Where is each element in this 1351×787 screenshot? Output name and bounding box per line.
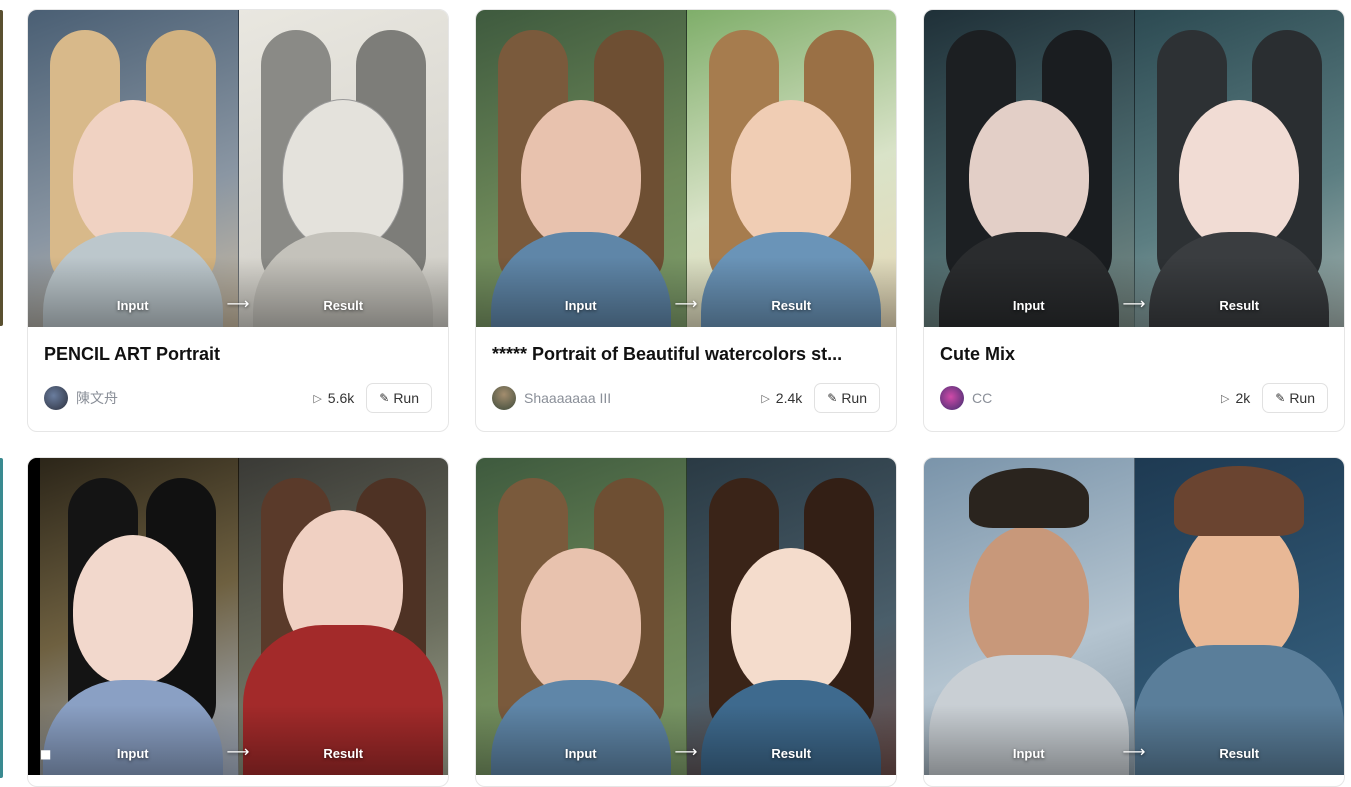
arrow-right-icon: ⟶ (674, 742, 698, 761)
magic-wand-icon: ✎ (1275, 391, 1286, 405)
template-card[interactable]: ■ Input Result ⟶ (27, 457, 449, 787)
play-count: ▷ 2.4k (761, 390, 802, 406)
template-card[interactable]: Input Result ⟶ ***** Portrait of Beautif… (475, 9, 897, 432)
card-title[interactable]: ***** Portrait of Beautiful watercolors … (492, 344, 880, 365)
play-icon: ▷ (1220, 391, 1230, 405)
before-after-preview[interactable]: Input Result ⟶ (28, 10, 448, 327)
template-card[interactable]: Input Result ⟶ PENCIL ART Portrait 陳文舟 ▷… (27, 9, 449, 432)
before-after-preview[interactable]: Input Result ⟶ (476, 10, 896, 327)
play-icon: ▷ (761, 391, 770, 405)
result-label: Result (1219, 298, 1260, 313)
card-title[interactable]: PENCIL ART Portrait (44, 344, 432, 365)
input-image: Input (924, 10, 1135, 327)
result-label: Result (323, 298, 364, 313)
run-button[interactable]: ✎ Run (366, 383, 432, 413)
input-image: Input (924, 458, 1135, 775)
input-label: Input (116, 298, 149, 313)
run-label: Run (841, 390, 867, 406)
adjacent-card-edge (0, 458, 3, 778)
run-button[interactable]: ✎ Run (1262, 383, 1328, 413)
result-label: Result (771, 746, 812, 761)
video-camera-icon: ■ (40, 747, 52, 761)
result-image: Result (686, 458, 896, 775)
input-image: ■ Input (28, 458, 239, 775)
input-label: Input (564, 746, 597, 761)
play-count-value: 2k (1235, 390, 1251, 406)
result-image: Result (1134, 10, 1344, 327)
before-after-preview[interactable]: ■ Input Result ⟶ (28, 458, 448, 775)
play-count-value: 5.6k (327, 390, 355, 406)
magic-wand-icon: ✎ (827, 391, 838, 405)
input-image: Input (476, 10, 687, 327)
author-name[interactable]: 陳文舟 (76, 388, 313, 408)
result-label: Result (771, 298, 812, 313)
avatar[interactable] (44, 386, 68, 410)
template-card[interactable]: Input Result ⟶ Cute Mix CC ▷ 2k ✎ Run (923, 9, 1345, 432)
card-title[interactable]: Cute Mix (940, 344, 1328, 365)
result-label: Result (323, 746, 364, 761)
input-label: Input (1012, 298, 1045, 313)
play-count: ▷ 2k (1221, 390, 1250, 406)
adjacent-card-edge (0, 10, 3, 326)
before-after-preview[interactable]: Input Result ⟶ (476, 458, 896, 775)
author-name[interactable]: CC (972, 390, 1221, 406)
input-label: Input (564, 298, 597, 313)
run-label: Run (393, 390, 419, 406)
template-card[interactable]: Input Result ⟶ (923, 457, 1345, 787)
run-button[interactable]: ✎ Run (814, 383, 880, 413)
template-card[interactable]: Input Result ⟶ (475, 457, 897, 787)
result-image: Result (238, 10, 448, 327)
run-label: Run (1289, 390, 1315, 406)
before-after-preview[interactable]: Input Result ⟶ (924, 458, 1344, 775)
result-image: Result (238, 458, 448, 775)
input-image: Input (476, 458, 687, 775)
result-image: Result (1134, 458, 1344, 775)
avatar[interactable] (940, 386, 964, 410)
arrow-right-icon: ⟶ (674, 294, 698, 313)
arrow-right-icon: ⟶ (226, 294, 250, 313)
author-name[interactable]: Shaaaaaaa III (524, 390, 761, 406)
play-count: ▷ 5.6k (313, 390, 354, 406)
result-label: Result (1219, 746, 1260, 761)
arrow-right-icon: ⟶ (226, 742, 250, 761)
before-after-preview[interactable]: Input Result ⟶ (924, 10, 1344, 327)
arrow-right-icon: ⟶ (1122, 294, 1146, 313)
play-icon: ▷ (313, 391, 322, 405)
play-count-value: 2.4k (775, 390, 803, 406)
magic-wand-icon: ✎ (379, 391, 390, 405)
result-image: Result (686, 10, 896, 327)
avatar[interactable] (492, 386, 516, 410)
input-label: Input (1012, 746, 1045, 761)
arrow-right-icon: ⟶ (1122, 742, 1146, 761)
input-image: Input (28, 10, 239, 327)
input-label: Input (116, 746, 149, 761)
